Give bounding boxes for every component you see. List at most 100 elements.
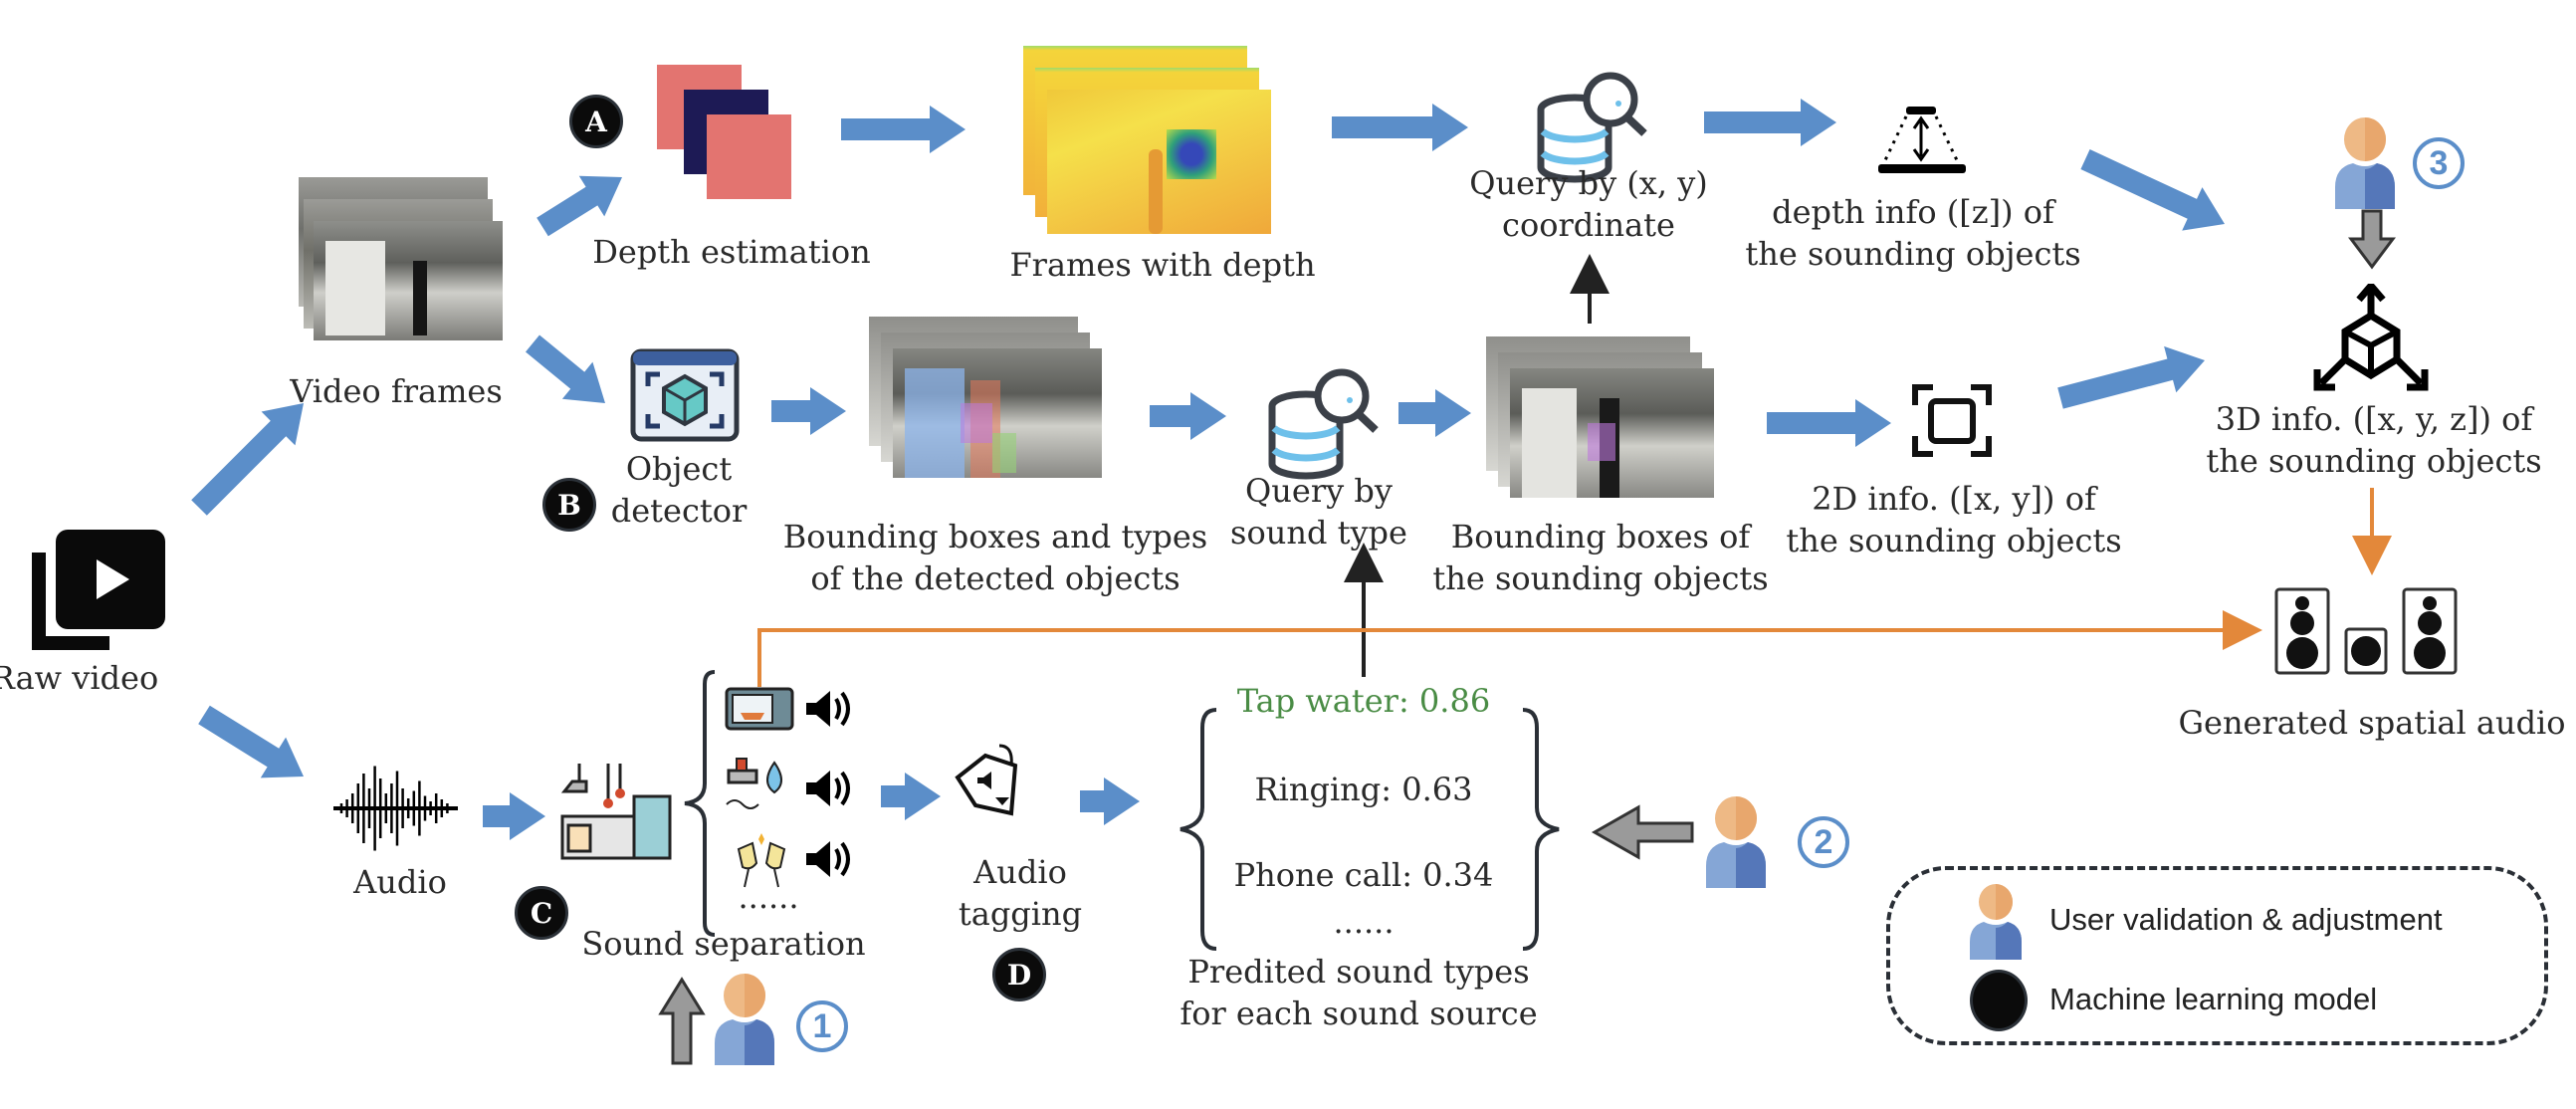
separation-brace	[684, 670, 716, 937]
pipeline-diagram: Raw video Video frames A Depth estimatio…	[0, 0, 2576, 1109]
right-brace	[1522, 708, 1560, 951]
model-badge-d: D	[992, 948, 1046, 1001]
arrow-audio-to-kitchen	[483, 792, 545, 840]
model-badge-a: A	[569, 95, 623, 148]
waveform-icon	[333, 766, 458, 851]
predictions-caption-line1: Predited sound types	[1187, 953, 1530, 991]
video-frame-image	[314, 221, 503, 340]
user-icon	[715, 974, 774, 1065]
arrow-raw-to-frames	[191, 403, 304, 516]
video-frames-label: Video frames	[290, 372, 503, 410]
prediction-item: Tap water: 0.86	[1236, 682, 1491, 720]
arrow-queryxy-to-depthinfo	[1704, 99, 1836, 146]
bbox-fridge	[905, 368, 965, 478]
black-circle-icon	[1970, 970, 2028, 1031]
legend-box: User validation & adjustment Machine lea…	[1886, 866, 2548, 1045]
arrow-sounding-to-2d	[1767, 399, 1891, 447]
spatial-audio-label: Generated spatial audio	[2178, 704, 2566, 742]
arrow-depthframes-to-queryxy	[1332, 104, 1468, 151]
arrow-query-to-sounding	[1398, 389, 1471, 437]
arrow-frames-to-depth	[537, 175, 622, 237]
arrow-separated-audio-to-spatial	[757, 610, 2262, 687]
predictions-ellipsis: ......	[1333, 903, 1395, 941]
prediction-item: Ringing: 0.63	[1254, 771, 1473, 808]
query-xy-label-line2: coordinate	[1502, 206, 1675, 244]
arrow-separation-to-tagging	[881, 773, 941, 820]
separation-ellipsis: ......	[738, 878, 799, 916]
user-icon	[2335, 117, 2395, 209]
object-detector-label-line1: Object	[625, 450, 733, 488]
query-xy-label-line1: Query by (x, y)	[1469, 164, 1708, 202]
audio-label: Audio	[353, 863, 447, 901]
user-icon	[1706, 796, 1766, 888]
detection-frame-image	[893, 348, 1102, 478]
arrow-frames-to-detector	[526, 334, 605, 403]
model-badge-c: C	[515, 886, 568, 940]
detected-boxes-label-line2: of the detected objects	[810, 559, 1181, 597]
kitchen-mixture-icon	[560, 764, 672, 860]
left-brace	[1180, 708, 1217, 951]
sounding-boxes-label-line2: the sounding objects	[1432, 559, 1769, 597]
speaker-sound-icon	[806, 841, 850, 877]
legend-ml-label: Machine learning model	[2049, 982, 2378, 1016]
audio-tag-icon	[955, 744, 1018, 816]
bbox-tap	[961, 403, 992, 443]
arrow-tagging-to-predictions	[1080, 777, 1140, 825]
fridge-shape	[1522, 388, 1577, 498]
legend-user-label: User validation & adjustment	[2049, 902, 2443, 937]
user-step-2-badge: 2	[1798, 816, 1849, 868]
user-arrow-left	[1591, 804, 1694, 860]
depth-frame-image	[1047, 90, 1271, 234]
bbox-microwave	[992, 433, 1016, 473]
user-arrow-up	[658, 977, 706, 1065]
speaker-sound-icon	[806, 691, 850, 727]
sounding-frame-image	[1510, 368, 1714, 498]
object-detector-label-line2: detector	[610, 492, 748, 530]
info-3d-label-line2: the sounding objects	[2206, 442, 2542, 480]
arrow-depthinfo-to-3d	[2080, 149, 2225, 231]
video-library-icon	[32, 530, 165, 650]
audio-tagging-label-line2: tagging	[958, 895, 1083, 933]
sound-separation-label: Sound separation	[581, 925, 866, 963]
depth-info-label-line1: depth info ([z]) of	[1772, 193, 2054, 231]
arrow-2d-to-3d	[2057, 345, 2205, 409]
user-step-1-badge: 1	[796, 1000, 848, 1052]
person-shape	[413, 261, 427, 335]
model-badge-b: B	[542, 478, 596, 532]
microwave-icon	[725, 687, 794, 731]
arrow-depth-to-frames	[841, 106, 966, 153]
user-step-3-badge: 3	[2413, 137, 2465, 189]
focus-frame-icon	[1912, 384, 1992, 457]
depth-model-icon	[657, 65, 791, 199]
object-detector-icon	[630, 348, 740, 442]
query-sound-label-line2: sound type	[1230, 514, 1407, 552]
info-2d-label-line2: the sounding objects	[1786, 522, 2122, 559]
tap-water-icon	[726, 758, 782, 809]
info-2d-label-line1: 2D info. ([x, y]) of	[1812, 480, 2096, 518]
depth-far-region	[1167, 129, 1216, 179]
depth-estimation-label: Depth estimation	[592, 233, 871, 271]
user-icon	[1970, 884, 2022, 960]
arrow-detector-to-boxes	[771, 387, 846, 435]
arrow-boxes-to-query	[1150, 392, 1226, 440]
info-3d-label-line1: 3D info. ([x, y, z]) of	[2215, 400, 2533, 438]
audio-tagging-label-line1: Audio	[973, 853, 1067, 891]
database-search-icon	[1268, 368, 1379, 480]
depth-info-label-line2: the sounding objects	[1745, 235, 2081, 273]
speaker-sound-icon	[806, 771, 850, 806]
person-silhouette	[1149, 149, 1163, 234]
fridge-shape	[325, 241, 385, 335]
speakers-icon	[2274, 587, 2458, 675]
detected-boxes-label-line1: Bounding boxes and types	[782, 518, 1208, 555]
query-sound-label-line1: Query by	[1245, 472, 1393, 510]
predictions-caption-line2: for each sound source	[1180, 995, 1538, 1032]
user-arrow-down	[2348, 209, 2396, 270]
depth-measure-icon	[1878, 107, 1966, 173]
3d-axes-icon	[2313, 284, 2429, 391]
frames-with-depth-label: Frames with depth	[1009, 246, 1316, 284]
sounding-boxes-label-line1: Bounding boxes of	[1450, 518, 1751, 555]
prediction-item: Phone call: 0.34	[1233, 856, 1494, 894]
arrow-raw-to-audio	[198, 705, 304, 778]
raw-video-label: Raw video	[0, 659, 159, 697]
bbox-sounding-tap	[1588, 423, 1615, 461]
